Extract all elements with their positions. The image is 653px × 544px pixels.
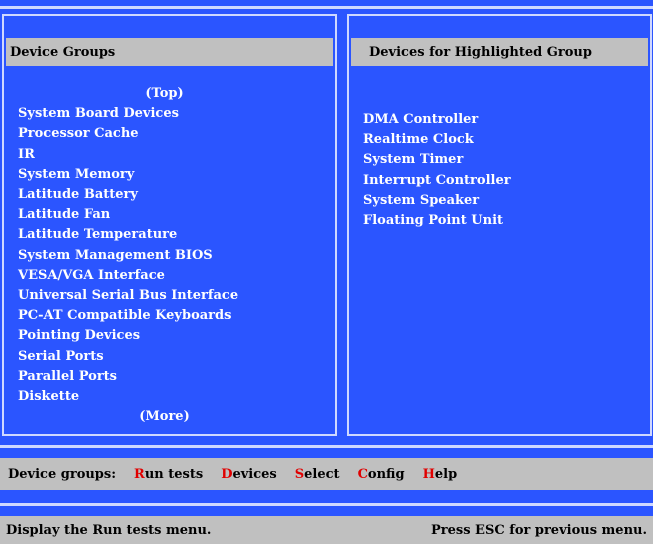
device-item: System Speaker <box>363 192 480 208</box>
device-group-item[interactable]: Parallel Ports <box>18 367 331 387</box>
device-group-item[interactable]: Universal Serial Bus Interface <box>18 286 331 306</box>
device-item: Floating Point Unit <box>363 213 504 229</box>
device-group-item[interactable]: Latitude Battery <box>18 185 331 205</box>
menu-config-label: onfig <box>367 466 405 482</box>
device-groups-list[interactable]: (Top) System Board Devices Processor Cac… <box>18 84 331 427</box>
device-item: Realtime Clock <box>363 132 474 148</box>
hotkey-h: H <box>422 466 435 482</box>
devices-panel: Devices for Highlighted Group DMA Contro… <box>347 14 652 436</box>
status-hint: Press ESC for previous menu. <box>431 522 647 538</box>
hotkey-r: R <box>134 466 145 482</box>
menu-config[interactable]: Config <box>358 467 405 482</box>
status-separator <box>0 503 653 506</box>
menu-devices[interactable]: Devices <box>221 467 277 482</box>
device-groups-header: Device Groups <box>6 38 333 66</box>
hotkey-s: S <box>294 466 305 482</box>
device-group-item[interactable]: Processor Cache <box>18 124 331 144</box>
device-group-item[interactable]: Diskette <box>18 387 331 407</box>
menu-run-tests[interactable]: Run tests <box>134 467 203 482</box>
menu-separator <box>0 445 653 448</box>
more-marker[interactable]: (More) <box>18 407 331 427</box>
device-group-item[interactable]: Latitude Fan <box>18 205 331 225</box>
device-group-item[interactable]: Pointing Devices <box>18 326 331 346</box>
hotkey-d: D <box>221 466 233 482</box>
device-group-item[interactable]: Serial Ports <box>18 347 331 367</box>
menu-run-tests-label: un tests <box>144 466 204 482</box>
menu-select-label: elect <box>304 466 340 482</box>
status-bar: Display the Run tests menu. Press ESC fo… <box>0 516 653 544</box>
menu-bar: Device groups: Run tests Devices Select … <box>0 458 653 490</box>
menu-help[interactable]: Help <box>423 467 458 482</box>
device-group-item[interactable]: VESA/VGA Interface <box>18 266 331 286</box>
status-message: Display the Run tests menu. <box>6 522 212 538</box>
top-border <box>0 6 653 9</box>
device-group-item[interactable]: System Memory <box>18 165 331 185</box>
device-group-item[interactable]: Latitude Temperature <box>18 225 331 245</box>
top-marker: (Top) <box>145 86 184 101</box>
menu-select[interactable]: Select <box>295 467 340 482</box>
device-group-item[interactable]: PC-AT Compatible Keyboards <box>18 306 331 326</box>
device-group-item[interactable]: IR <box>18 145 331 165</box>
menu-help-label: elp <box>434 466 458 482</box>
device-item: System Timer <box>363 152 464 168</box>
menu-devices-label: evices <box>232 466 277 482</box>
devices-header: Devices for Highlighted Group <box>351 38 648 66</box>
device-group-item[interactable]: System Board Devices <box>18 104 331 124</box>
hotkey-c: C <box>357 466 368 482</box>
devices-list: DMA Controller Realtime Clock System Tim… <box>363 110 646 231</box>
device-item: DMA Controller <box>363 112 479 127</box>
device-groups-panel: Device Groups (Top) System Board Devices… <box>2 14 337 436</box>
menu-bar-title: Device groups: <box>8 466 117 482</box>
device-group-item[interactable]: System Management BIOS <box>18 246 331 266</box>
device-item: Interrupt Controller <box>363 172 511 188</box>
